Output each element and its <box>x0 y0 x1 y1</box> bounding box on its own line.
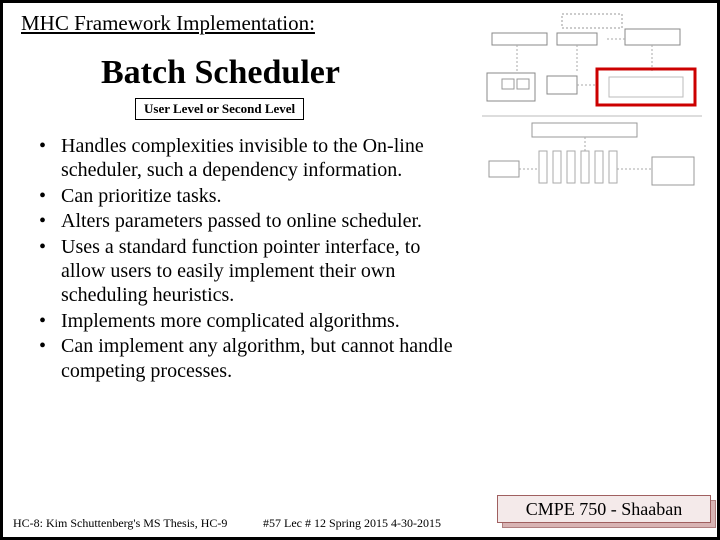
footer-center: #57 Lec # 12 Spring 2015 4-30-2015 <box>263 516 441 531</box>
course-badge: CMPE 750 - Shaaban <box>497 495 711 523</box>
footer-left: HC-8: Kim Schuttenberg's MS Thesis, HC-9 <box>13 516 227 531</box>
bullet-item: Implements more complicated algorithms. <box>39 309 461 333</box>
bullet-item: Can prioritize tasks. <box>39 184 461 208</box>
bullet-item: Handles complexities invisible to the On… <box>39 134 461 183</box>
bullet-list: Handles complexities invisible to the On… <box>21 134 461 383</box>
bullet-item: Can implement any algorithm, but cannot … <box>39 334 461 383</box>
diagram-svg <box>477 11 707 206</box>
bullet-item: Alters parameters passed to online sched… <box>39 209 461 233</box>
badge-label: CMPE 750 - Shaaban <box>497 495 711 523</box>
bullet-item: Uses a standard function pointer interfa… <box>39 235 461 308</box>
slide-frame: MHC Framework Implementation: Batch Sche… <box>0 0 720 540</box>
subtitle-box: User Level or Second Level <box>135 98 304 120</box>
framework-diagram <box>477 11 707 206</box>
